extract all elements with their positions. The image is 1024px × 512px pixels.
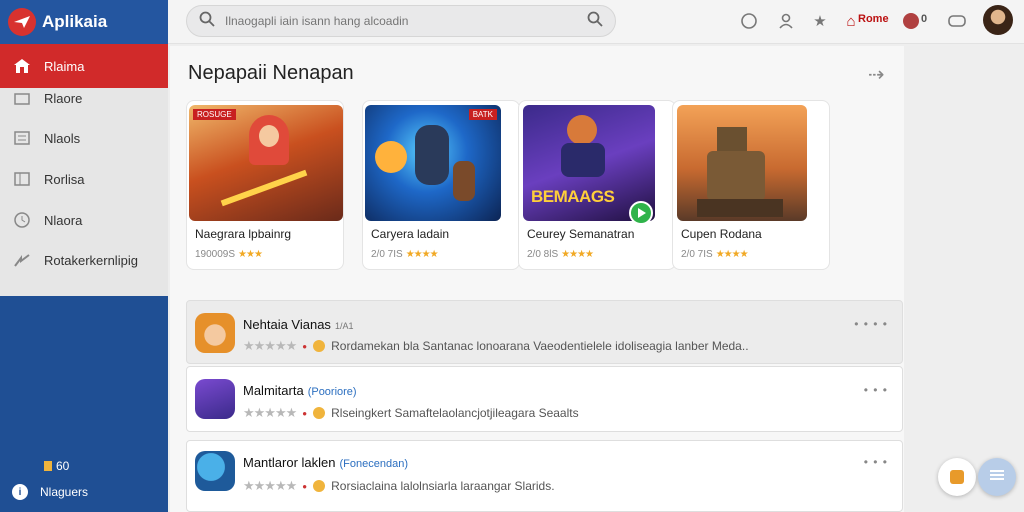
sidebar-help-label: Nlaguers: [40, 485, 89, 499]
star-rating: ★★★★: [405, 249, 439, 260]
sidebar-badge-label: 60: [56, 459, 70, 473]
play-icon[interactable]: [629, 201, 653, 225]
list-item-title: Mantlaror laklen (Fonecendan): [243, 455, 408, 470]
badge-count: 0: [921, 13, 928, 25]
app-card-title: Caryera ladain: [371, 227, 450, 241]
app-icon: [195, 379, 235, 419]
info-icon: i: [12, 484, 28, 500]
reward-fab[interactable]: [938, 458, 976, 496]
list-item[interactable]: Nehtaia Vianas 1/A1 ★★★★★ ● Rordamekan bl…: [186, 300, 903, 364]
person-icon[interactable]: [776, 11, 796, 31]
filter-icon: [988, 468, 1006, 487]
reward-icon: [950, 470, 964, 484]
share-icon: [12, 250, 32, 270]
nav-item-label: Nlaols: [44, 130, 81, 146]
coin-icon: [313, 407, 326, 419]
sidebar-badge[interactable]: 60: [44, 459, 69, 473]
app-card-image: ROSUGE: [189, 105, 343, 221]
star-icon[interactable]: ★: [810, 11, 830, 31]
more-options-icon[interactable]: • • • •: [854, 317, 888, 331]
app-icon: [195, 313, 235, 353]
list-item-title: Nehtaia Vianas 1/A1: [243, 317, 354, 332]
coin-icon: [313, 340, 326, 352]
app-card-meta: 2/0 8lS ★★★★: [527, 249, 594, 260]
nav-item-list[interactable]: Nlaols: [0, 116, 168, 160]
sidebar-help[interactable]: i Nlaguers: [12, 484, 88, 500]
list-item[interactable]: Mantlaror laklen (Fonecendan) ★★★★★ ● Ror…: [186, 440, 903, 512]
search-submit-icon[interactable]: [587, 11, 603, 32]
app-card-image: BEMAAGS: [523, 105, 655, 225]
nav-item-store[interactable]: Rlaore: [0, 76, 168, 120]
nav-item-clock[interactable]: Nlaora: [0, 198, 168, 242]
search-input[interactable]: [225, 14, 587, 28]
home-icon: [12, 56, 32, 76]
app-card-title: Naegrara lpbainrg: [195, 227, 292, 241]
nav-item-label: Rorlisa: [44, 171, 85, 187]
nav-item-label: Nlaora: [44, 212, 83, 228]
app-card-banner: ROSUGE: [193, 109, 236, 120]
sidebar: Aplikaia Rlaima Rlaore Nlaols Rorlisa Nl…: [0, 0, 168, 512]
app-card-banner: BATK: [468, 109, 497, 120]
app-card-title: Ceurey Semanatran: [527, 227, 635, 241]
star-rating: ★★★★★: [243, 405, 297, 420]
clock-icon: [12, 210, 32, 230]
app-card-title: Cupen Rodana: [681, 227, 762, 241]
list-item-title: Malmitarta (Pooriore): [243, 383, 357, 398]
nav-item-label: Rlaore: [44, 90, 83, 106]
app-card-size: 190009S: [195, 249, 236, 260]
app-card[interactable]: Cupen Rodana 2/0 7IS ★★★★: [672, 100, 830, 270]
app-card[interactable]: BATK Caryera ladain 2/0 7IS ★★★★: [362, 100, 520, 270]
gamepad-icon[interactable]: [947, 11, 967, 31]
list-icon: [12, 128, 32, 148]
nav-item-label: Rlaima: [44, 58, 85, 74]
app-card-size: 2/0 7IS: [681, 249, 713, 260]
app-card-meta: 2/0 7IS ★★★★: [681, 249, 749, 260]
star-rating: ★★★★★: [243, 338, 297, 353]
list-item-description: ★★★★★ ● Rlseingkert Samaftelaolancjotjil…: [243, 405, 579, 420]
star-rating: ★★★★: [561, 249, 594, 260]
top-bar: ★ ⌂ Rome 0: [168, 0, 1024, 44]
app-card-size: 2/0 7IS: [371, 249, 403, 260]
user-avatar[interactable]: [983, 5, 1013, 35]
app-card-image: BATK: [365, 105, 501, 221]
circle-icon[interactable]: [739, 11, 759, 31]
search-bar[interactable]: [186, 5, 616, 37]
app-card-banner: BEMAAGS: [531, 187, 615, 206]
profile-badge-icon[interactable]: [901, 11, 921, 31]
star-rating: ★★★: [238, 249, 263, 260]
app-card-size: 2/0 8lS: [527, 249, 559, 260]
app-icon: [195, 451, 235, 491]
star-rating: ★★★★: [715, 249, 749, 260]
list-item-description: ★★★★★ ● Rorsiaclaina lalolnsiarla laraan…: [243, 478, 555, 493]
home-shortcut-label[interactable]: Rome: [858, 13, 889, 25]
brand-header[interactable]: Aplikaia: [0, 0, 168, 44]
nav-item-label: Rotakerkernlipig: [44, 252, 138, 268]
more-options-icon[interactable]: • • •: [864, 383, 888, 397]
nav-item-share[interactable]: Rotakerkernlipig: [0, 238, 168, 282]
app-card[interactable]: ROSUGE Naegrara lpbainrg 190009S ★★★: [186, 100, 344, 270]
more-options-icon[interactable]: • • •: [864, 455, 888, 469]
library-icon: [12, 169, 32, 189]
app-card-meta: 2/0 7IS ★★★★: [371, 249, 439, 260]
brand-logo-icon: [8, 8, 36, 36]
search-icon: [199, 11, 215, 32]
app-card-image: [677, 105, 807, 221]
app-card[interactable]: BEMAAGS Ceurey Semanatran 2/0 8lS ★★★★: [518, 100, 676, 270]
brand-name: Aplikaia: [42, 12, 108, 31]
section-arrow-icon[interactable]: ⇢: [868, 62, 885, 87]
nav-item-library[interactable]: Rorlisa: [0, 157, 168, 201]
badge-icon: [44, 461, 52, 471]
store-icon: [12, 88, 32, 108]
filter-fab[interactable]: [978, 458, 1016, 496]
app-card-meta: 190009S ★★★: [195, 249, 263, 260]
coin-icon: [313, 480, 326, 492]
list-item[interactable]: Malmitarta (Pooriore) ★★★★★ ● Rlseingkert…: [186, 366, 903, 432]
list-item-description: ★★★★★ ● Rordamekan bla Santanac lonoaran…: [243, 338, 749, 353]
star-rating: ★★★★★: [243, 478, 297, 493]
section-title: Nepapaii Nenapan: [188, 62, 354, 84]
